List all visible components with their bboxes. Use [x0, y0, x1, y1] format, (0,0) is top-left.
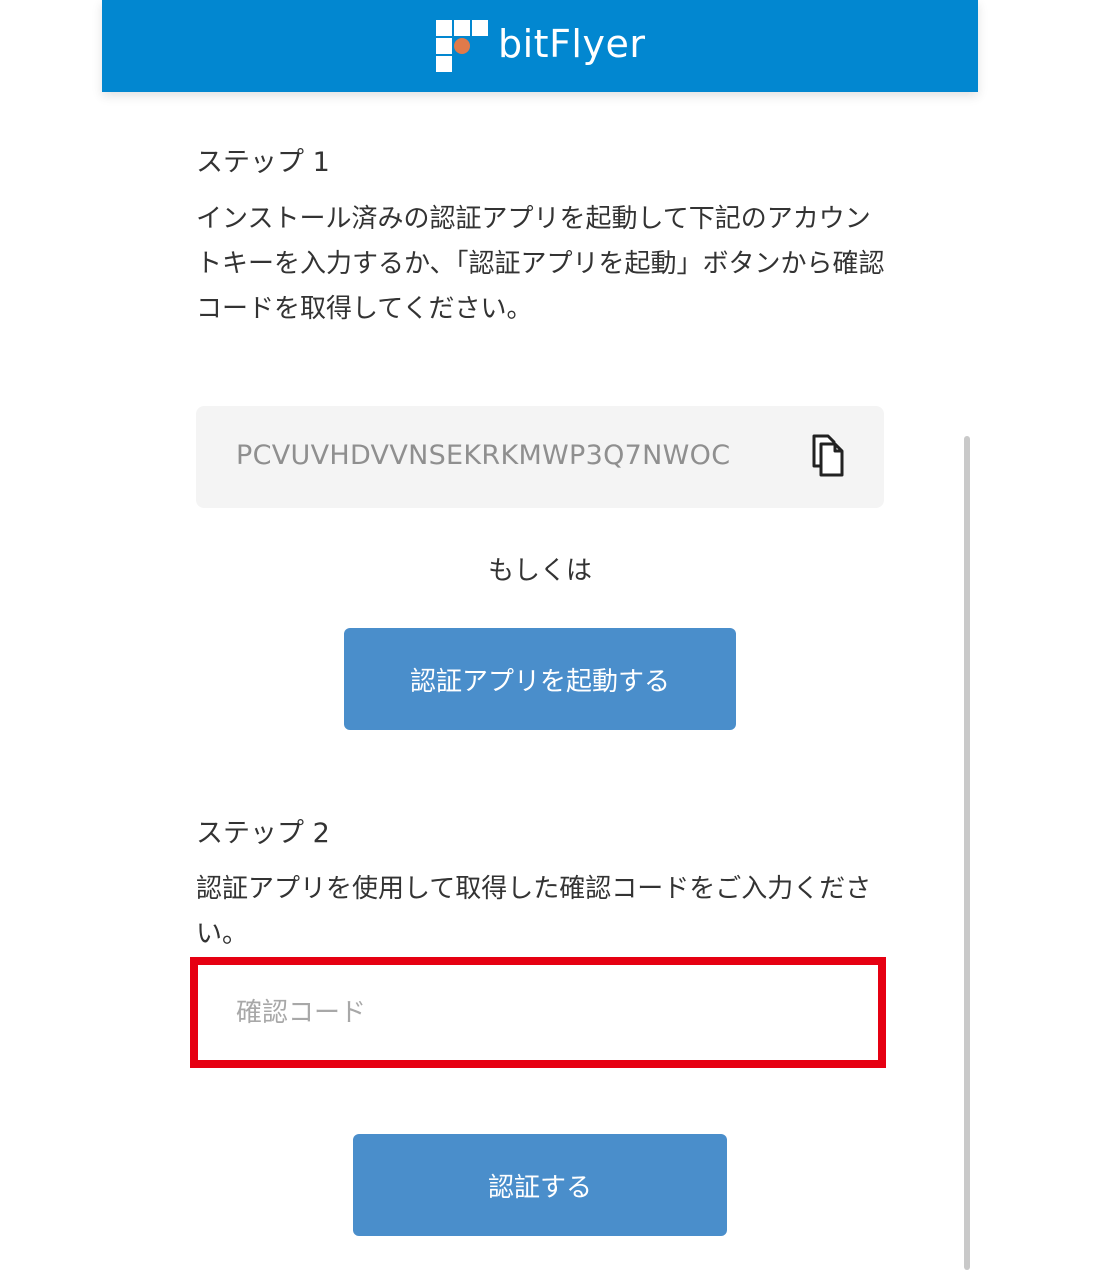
copy-icon[interactable] [808, 434, 848, 478]
code-input-highlight [190, 957, 886, 1068]
or-separator: もしくは [487, 556, 592, 586]
brand-logo: bitFlyer [436, 19, 645, 73]
step2-title: ステップ 2 [196, 818, 330, 849]
step2-description: 認証アプリを使用して取得した確認コードをご入力ください。 [196, 874, 872, 949]
account-key-text[interactable]: PCVUVHDVVNSEKRKMWP3Q7NWOC [236, 440, 754, 471]
brand-name: bitFlyer [498, 22, 646, 66]
verify-button[interactable]: 認証する [353, 1134, 727, 1236]
logo-mark-icon [436, 20, 488, 72]
verification-code-input[interactable] [198, 965, 878, 1060]
launch-auth-app-button[interactable]: 認証アプリを起動する [344, 628, 736, 730]
header-bar: bitFlyer [102, 0, 978, 92]
logo-dot-icon [454, 38, 470, 54]
step1-description: インストール済みの認証アプリを起動して下記のアカウントキーを入力するか、「認証ア… [196, 204, 885, 324]
step1-title: ステップ 1 [196, 147, 330, 178]
app-frame: bitFlyer ステップ 1 インストール済みの認証アプリを起動して下記のアカ… [102, 0, 978, 1270]
account-key-box: PCVUVHDVVNSEKRKMWP3Q7NWOC [196, 406, 884, 508]
